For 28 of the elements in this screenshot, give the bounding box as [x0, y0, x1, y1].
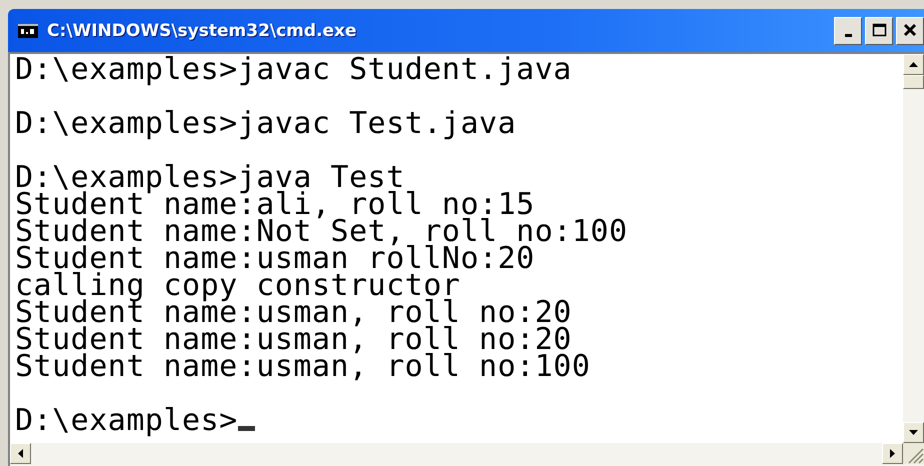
down-arrow-icon — [909, 430, 918, 435]
console-line: D:\examples>javac Student.java — [15, 56, 572, 83]
up-arrow-icon — [909, 62, 918, 67]
maximize-button[interactable] — [865, 16, 893, 44]
close-icon — [902, 22, 918, 39]
console-line: Student name:usman, roll no:20 — [15, 326, 572, 353]
console-line: D:\examples> — [15, 407, 238, 434]
vertical-scrollbar[interactable] — [903, 54, 924, 443]
left-arrow-icon — [18, 449, 23, 458]
console-line: calling copy constructor — [15, 272, 460, 299]
maximize-icon — [870, 22, 888, 39]
console-line: D:\examples>java Test — [15, 164, 405, 191]
scroll-up-button[interactable] — [903, 54, 924, 75]
console-line: Student name:usman, roll no:100 — [15, 353, 590, 380]
console-line: D:\examples>javac Test.java — [15, 110, 516, 137]
scroll-down-button[interactable] — [903, 422, 924, 443]
scroll-left-button[interactable] — [10, 443, 31, 464]
console-line: Student name:Not Set, roll no:100 — [15, 218, 628, 245]
right-arrow-icon — [890, 449, 895, 458]
window-title: C:\WINDOWS\system32\cmd.exe — [47, 20, 358, 40]
scroll-right-button[interactable] — [882, 443, 903, 464]
horizontal-scrollbar[interactable] — [10, 443, 903, 466]
console-line: Student name:usman rollNo:20 — [15, 245, 535, 272]
console-icon — [18, 24, 38, 38]
minimize-icon — [844, 34, 852, 37]
scroll-thumb[interactable] — [903, 75, 924, 89]
minimize-button[interactable] — [834, 16, 862, 44]
close-button[interactable] — [896, 16, 924, 44]
